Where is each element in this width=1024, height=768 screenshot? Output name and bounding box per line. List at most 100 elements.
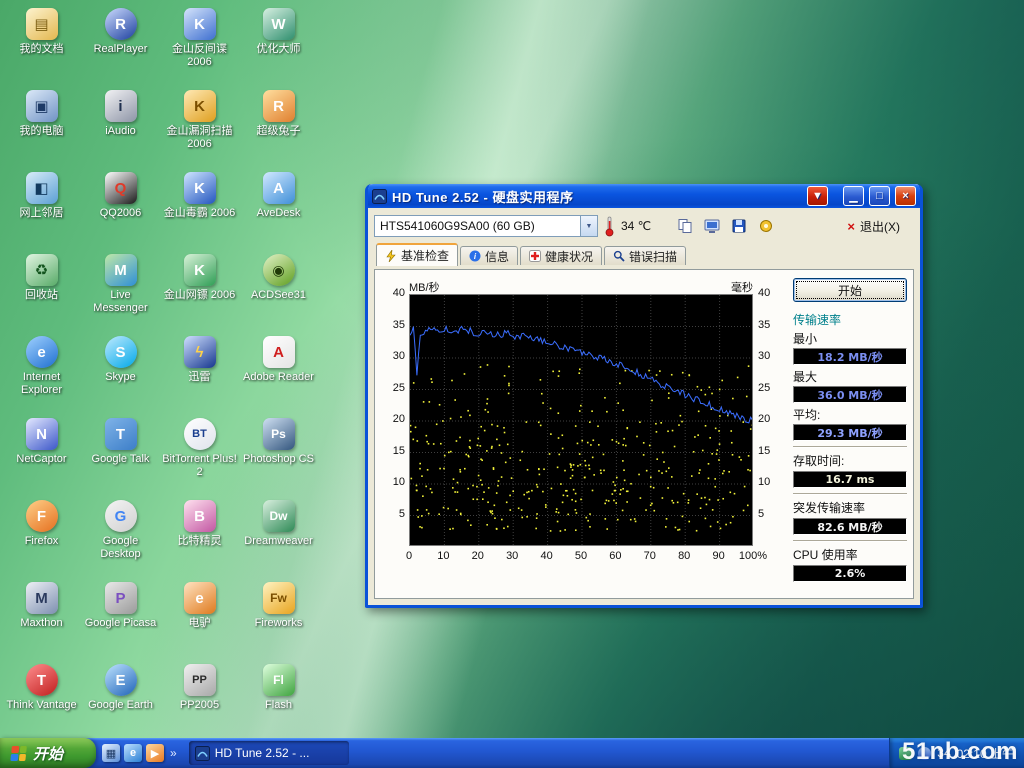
desktop-icon-label: Maxthon bbox=[20, 617, 62, 630]
quicklaunch-internet-explorer-icon[interactable]: e bbox=[124, 744, 142, 762]
desktop-icon-recycle-bin[interactable]: ♻回收站 bbox=[3, 250, 81, 332]
desktop-icon-google-desktop[interactable]: GGoogle Desktop bbox=[82, 496, 160, 578]
desktop-icon-network-places[interactable]: ◧网上邻居 bbox=[3, 168, 81, 250]
quicklaunch-media-player-icon[interactable]: ▶ bbox=[146, 744, 164, 762]
desktop-icon-kingsoft-antispy[interactable]: K金山反间谍 2006 bbox=[161, 4, 239, 86]
copy-button[interactable] bbox=[673, 215, 697, 237]
desktop-icon-live-messenger[interactable]: MLive Messenger bbox=[82, 250, 160, 332]
qq2006-icon: Q bbox=[105, 172, 137, 204]
desktop-icon-kingsoft-netguard[interactable]: K金山网镖 2006 bbox=[161, 250, 239, 332]
tab-label: 基准检查 bbox=[401, 247, 449, 264]
firefox-icon: F bbox=[26, 500, 58, 532]
quicklaunch-more-chevron[interactable]: » bbox=[168, 746, 179, 760]
desktop-icon-label: RealPlayer bbox=[94, 43, 148, 56]
internet-explorer-icon: e bbox=[26, 336, 58, 368]
y-axis-tick-left: 40 bbox=[381, 287, 405, 299]
start-benchmark-button[interactable]: 开始 bbox=[793, 278, 907, 302]
desktop-icon-iaudio[interactable]: iiAudio bbox=[82, 86, 160, 168]
desktop-icon-think-vantage[interactable]: TThink Vantage bbox=[3, 660, 81, 742]
desktop-icon-kingsoft-duba[interactable]: K金山毒霸 2006 bbox=[161, 168, 239, 250]
tab-error-scan[interactable]: 错误扫描 bbox=[604, 246, 686, 265]
desktop-icon-kingsoft-scan[interactable]: K金山漏洞扫描 2006 bbox=[161, 86, 239, 168]
realplayer-icon: R bbox=[105, 8, 137, 40]
benchmark-tab-page: MB/秒 毫秒 40403535303025252020151510105501… bbox=[374, 269, 914, 599]
exit-button[interactable]: × 退出(X) bbox=[837, 214, 910, 239]
scan-icon bbox=[613, 250, 625, 262]
tab-label: 错误扫描 bbox=[629, 248, 677, 265]
minimize-button[interactable]: ▁ bbox=[843, 186, 864, 206]
desktop-icon-google-earth[interactable]: EGoogle Earth bbox=[82, 660, 160, 742]
desktop-icon-label: Flash bbox=[265, 699, 292, 712]
desktop-icon-google-picasa[interactable]: PGoogle Picasa bbox=[82, 578, 160, 660]
desktop-icon-my-documents[interactable]: ▤我的文档 bbox=[3, 4, 81, 86]
desktop-icon-label: Firefox bbox=[25, 535, 59, 548]
taskbar-task-hdtune[interactable]: HD Tune 2.52 - ... bbox=[189, 741, 349, 765]
drive-select[interactable]: HTS541060G9SA00 (60 GB) ▼ bbox=[374, 215, 598, 237]
desktop-icon-netcaptor[interactable]: NNetCaptor bbox=[3, 414, 81, 496]
desktop-icon-maxthon[interactable]: MMaxthon bbox=[3, 578, 81, 660]
y-axis-tick-right: 20 bbox=[758, 413, 770, 425]
desktop-icon-adobe-reader[interactable]: AAdobe Reader bbox=[240, 332, 318, 414]
health-icon bbox=[529, 250, 541, 262]
watermark: 51nb.com bbox=[902, 738, 1018, 766]
desktop-icon-photoshop-cs[interactable]: PsPhotoshop CS bbox=[240, 414, 318, 496]
desktop-icon-label: 我的电脑 bbox=[20, 125, 64, 138]
chevron-down-icon[interactable]: ▼ bbox=[580, 216, 597, 236]
y-axis-tick-left: 5 bbox=[381, 508, 405, 520]
desktop-icon-label: Think Vantage bbox=[6, 699, 76, 712]
x-axis-tick: 80 bbox=[678, 550, 690, 562]
my-documents-icon: ▤ bbox=[26, 8, 58, 40]
skype-icon: S bbox=[105, 336, 137, 368]
options-button[interactable] bbox=[754, 215, 778, 237]
y-axis-tick-right: 30 bbox=[758, 350, 770, 362]
save-button[interactable] bbox=[727, 215, 751, 237]
start-button[interactable]: 开始 bbox=[0, 738, 96, 768]
temperature-readout: 34 ℃ bbox=[621, 219, 651, 233]
google-earth-icon: E bbox=[105, 664, 137, 696]
close-button[interactable]: × bbox=[895, 186, 916, 206]
toolbar-icon-buttons bbox=[673, 215, 778, 237]
tab-benchmark[interactable]: 基准检查 bbox=[376, 243, 458, 266]
kingsoft-duba-icon: K bbox=[184, 172, 216, 204]
desktop-icon-label: 金山反间谍 2006 bbox=[162, 43, 238, 68]
desktop-icon-firefox[interactable]: F Firefox bbox=[3, 496, 81, 578]
desktop-icon-google-talk[interactable]: TGoogle Talk bbox=[82, 414, 160, 496]
emule-icon: e bbox=[184, 582, 216, 614]
desktop-icon-pp2005[interactable]: PPPP2005 bbox=[161, 660, 239, 742]
desktop-icon-internet-explorer[interactable]: e Internet Explorer bbox=[3, 332, 81, 414]
maximize-button[interactable]: □ bbox=[869, 186, 890, 206]
desktop-icon-my-computer[interactable]: ▣我的电脑 bbox=[3, 86, 81, 168]
x-axis-tick: 70 bbox=[644, 550, 656, 562]
download-update-button[interactable]: ▼ bbox=[807, 186, 828, 206]
desktop-icon-thunder[interactable]: ϟ迅雷 bbox=[161, 332, 239, 414]
screenshot-button[interactable] bbox=[700, 215, 724, 237]
x-axis-tick: 60 bbox=[609, 550, 621, 562]
desktop-icon-youhua-dashi[interactable]: W优化大师 bbox=[240, 4, 318, 86]
desktop-icon-label: Internet Explorer bbox=[4, 371, 80, 396]
close-x-icon: × bbox=[847, 219, 855, 234]
desktop-icon-avedesk[interactable]: AAveDesk bbox=[240, 168, 318, 250]
desktop-icon-bittorrent-plus[interactable]: BTBitTorrent Plus! 2 bbox=[161, 414, 239, 496]
bolt-icon bbox=[385, 250, 397, 262]
youhua-dashi-icon: W bbox=[263, 8, 295, 40]
window-titlebar[interactable]: HD Tune 2.52 - 硬盘实用程序 ▼ ▁ □ × bbox=[368, 184, 920, 208]
desktop-icon-label: Adobe Reader bbox=[243, 371, 314, 384]
quicklaunch-show-desktop-icon[interactable]: ▦ bbox=[102, 744, 120, 762]
tab-label: 信息 bbox=[485, 248, 509, 265]
tab-label: 健康状况 bbox=[545, 248, 593, 265]
desktop-icon-skype[interactable]: SSkype bbox=[82, 332, 160, 414]
result-value: 2.6% bbox=[793, 565, 907, 582]
tab-info[interactable]: i信息 bbox=[460, 246, 518, 265]
desktop-icon-emule[interactable]: e电驴 bbox=[161, 578, 239, 660]
hdtune-task-icon bbox=[195, 746, 210, 761]
desktop-icon-dreamweaver[interactable]: DwDreamweaver bbox=[240, 496, 318, 578]
desktop-icon-fireworks[interactable]: FwFireworks bbox=[240, 578, 318, 660]
desktop-icon-acdsee[interactable]: ◉ACDSee31 bbox=[240, 250, 318, 332]
desktop-icon-realplayer[interactable]: R RealPlayer bbox=[82, 4, 160, 86]
desktop-icon-super-rabbit[interactable]: R超级兔子 bbox=[240, 86, 318, 168]
desktop-icon-bitspirit[interactable]: B比特精灵 bbox=[161, 496, 239, 578]
tab-health[interactable]: 健康状况 bbox=[520, 246, 602, 265]
desktop-icon-flash[interactable]: FlFlash bbox=[240, 660, 318, 742]
netcaptor-icon: N bbox=[26, 418, 58, 450]
desktop-icon-qq2006[interactable]: QQQ2006 bbox=[82, 168, 160, 250]
